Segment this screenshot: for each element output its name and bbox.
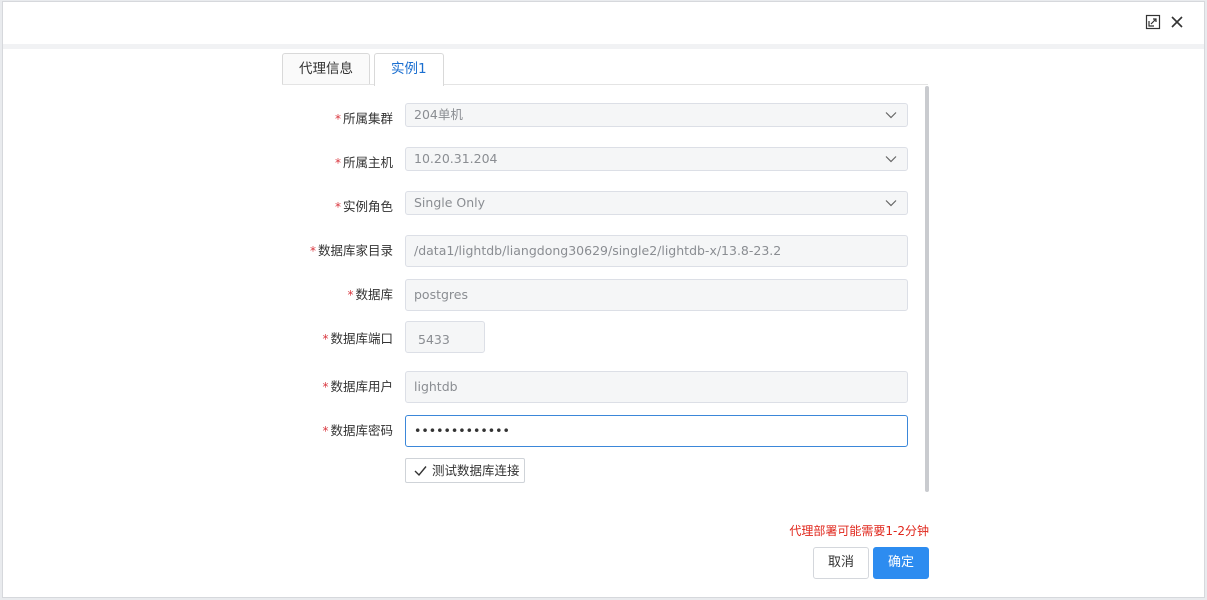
home-dir-label: * 数据库家目录	[309, 243, 393, 258]
cancel-button[interactable]: 取消	[813, 547, 869, 579]
close-icon[interactable]	[1169, 14, 1185, 30]
cluster-label: * 所属集群	[334, 111, 393, 126]
tab-instance-1[interactable]: 实例1	[374, 53, 444, 86]
host-select[interactable]: 10.20.31.204	[405, 147, 908, 171]
password-label: * 数据库密码	[322, 423, 393, 438]
host-label: * 所属主机	[334, 155, 393, 170]
check-icon	[414, 466, 427, 477]
database-label: * 数据库	[347, 287, 393, 302]
dialog-header	[3, 2, 1204, 44]
user-input[interactable]: lightdb	[405, 371, 908, 403]
database-input[interactable]: postgres	[405, 279, 908, 311]
role-select[interactable]: Single Only	[405, 191, 908, 215]
role-label: * 实例角色	[334, 199, 393, 214]
cluster-select[interactable]: 204单机	[405, 103, 908, 127]
maximize-icon[interactable]	[1145, 14, 1161, 30]
deploy-notice: 代理部署可能需要1-2分钟	[789, 524, 929, 538]
password-input[interactable]: •••••••••••••	[405, 415, 908, 447]
form-scrollbar[interactable]	[925, 86, 929, 492]
chevron-down-icon	[885, 112, 897, 119]
chevron-down-icon	[885, 156, 897, 163]
user-label: * 数据库用户	[322, 379, 393, 394]
port-label: * 数据库端口	[322, 331, 393, 346]
chevron-down-icon	[885, 200, 897, 207]
port-input[interactable]: 5433	[405, 321, 485, 353]
tab-agent-info[interactable]: 代理信息	[282, 53, 370, 85]
test-connection-button[interactable]: 测试数据库连接	[405, 458, 525, 483]
header-divider	[3, 44, 1204, 49]
confirm-button[interactable]: 确定	[873, 547, 929, 579]
home-dir-input[interactable]: /data1/lightdb/liangdong30629/single2/li…	[405, 235, 908, 267]
tab-bar: 代理信息 实例1	[282, 53, 448, 86]
